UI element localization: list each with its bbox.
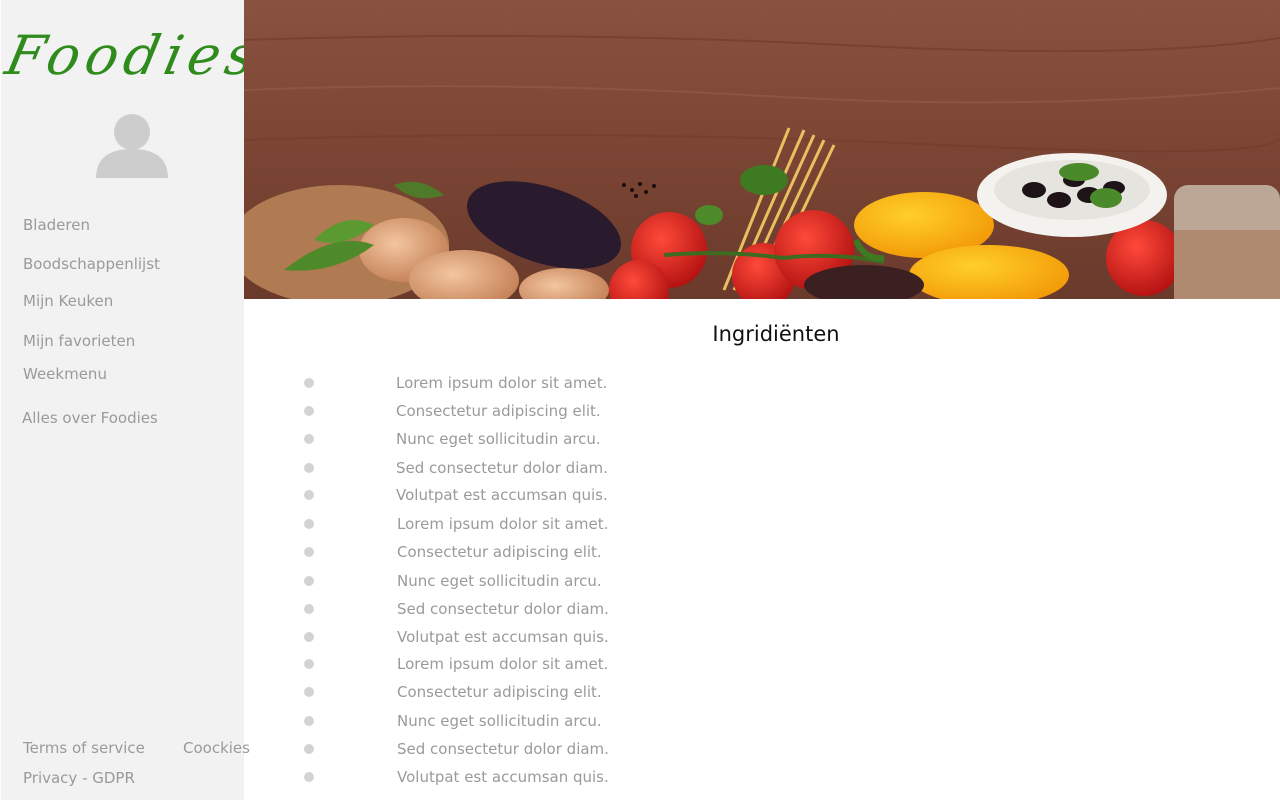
cookies-link[interactable]: Coockies: [183, 739, 250, 757]
bullet-icon: [304, 632, 314, 642]
list-item: Volutpat est accumsan quis.: [300, 766, 900, 790]
ingredient-text: Sed consectetur dolor diam.: [396, 459, 608, 477]
list-item: Lorem ipsum dolor sit amet.: [300, 513, 900, 537]
ingredient-text: Nunc eget sollicitudin arcu.: [397, 712, 602, 730]
list-item: Sed consectetur dolor diam.: [300, 738, 900, 762]
ingredient-text: Nunc eget sollicitudin arcu.: [397, 572, 602, 590]
bullet-icon: [304, 659, 314, 669]
sidebar-item-weekmenu[interactable]: Weekmenu: [23, 365, 107, 383]
list-item: Lorem ipsum dolor sit amet.: [300, 653, 900, 677]
ingredient-text: Volutpat est accumsan quis.: [396, 486, 608, 504]
sidebar-item-mijn-favorieten[interactable]: Mijn favorieten: [23, 332, 135, 350]
list-item: Volutpat est accumsan quis.: [300, 626, 900, 650]
bullet-icon: [304, 434, 314, 444]
sidebar-item-bladeren[interactable]: Bladeren: [23, 216, 90, 234]
ingredient-text: Consectetur adipiscing elit.: [397, 543, 602, 561]
ingredient-text: Consectetur adipiscing elit.: [397, 683, 602, 701]
ingredient-text: Consectetur adipiscing elit.: [396, 402, 601, 420]
list-item: Sed consectetur dolor diam.: [300, 598, 900, 622]
sidebar-item-alles-over-foodies[interactable]: Alles over Foodies: [22, 409, 158, 427]
ingredient-text: Lorem ipsum dolor sit amet.: [397, 515, 609, 533]
terms-of-service-link[interactable]: Terms of service: [23, 739, 145, 757]
sidebar-item-mijn-keuken[interactable]: Mijn Keuken: [23, 292, 113, 310]
user-avatar-icon[interactable]: [95, 112, 169, 180]
ingredient-text: Sed consectetur dolor diam.: [397, 600, 609, 618]
ingredient-text: Sed consectetur dolor diam.: [397, 740, 609, 758]
bullet-icon: [304, 547, 314, 557]
bullet-icon: [304, 378, 314, 388]
bullet-icon: [304, 716, 314, 726]
foodies-logo[interactable]: Foodies: [0, 22, 266, 90]
bullet-icon: [304, 687, 314, 697]
list-item: Consectetur adipiscing elit.: [300, 400, 900, 424]
sidebar-item-boodschappenlijst[interactable]: Boodschappenlijst: [23, 255, 160, 273]
list-item: Nunc eget sollicitudin arcu.: [300, 570, 900, 594]
ingredient-text: Volutpat est accumsan quis.: [397, 628, 609, 646]
ingredient-text: Lorem ipsum dolor sit amet.: [397, 655, 609, 673]
list-item: Consectetur adipiscing elit.: [300, 681, 900, 705]
bullet-icon: [304, 519, 314, 529]
logo-text: Foodies: [0, 24, 267, 87]
list-item: Volutpat est accumsan quis.: [300, 484, 900, 508]
ingredient-text: Volutpat est accumsan quis.: [397, 768, 609, 786]
hero-banner-image: [244, 0, 1280, 299]
bullet-icon: [304, 772, 314, 782]
bullet-icon: [304, 406, 314, 416]
bullet-icon: [304, 576, 314, 586]
bullet-icon: [304, 604, 314, 614]
ingredient-text: Lorem ipsum dolor sit amet.: [396, 374, 608, 392]
list-item: Nunc eget sollicitudin arcu.: [300, 428, 900, 452]
bullet-icon: [304, 490, 314, 500]
list-item: Nunc eget sollicitudin arcu.: [300, 710, 900, 734]
list-item: Consectetur adipiscing elit.: [300, 541, 900, 565]
sidebar: Foodies Bladeren Boodschappenlijst Mijn …: [0, 0, 267, 800]
list-item: Sed consectetur dolor diam.: [300, 457, 900, 481]
ingredients-title: Ingridiënten: [712, 322, 840, 346]
privacy-gdpr-link[interactable]: Privacy - GDPR: [23, 769, 135, 787]
list-item: Lorem ipsum dolor sit amet.: [300, 372, 900, 396]
ingredient-text: Nunc eget sollicitudin arcu.: [396, 430, 601, 448]
bullet-icon: [304, 744, 314, 754]
bullet-icon: [304, 463, 314, 473]
